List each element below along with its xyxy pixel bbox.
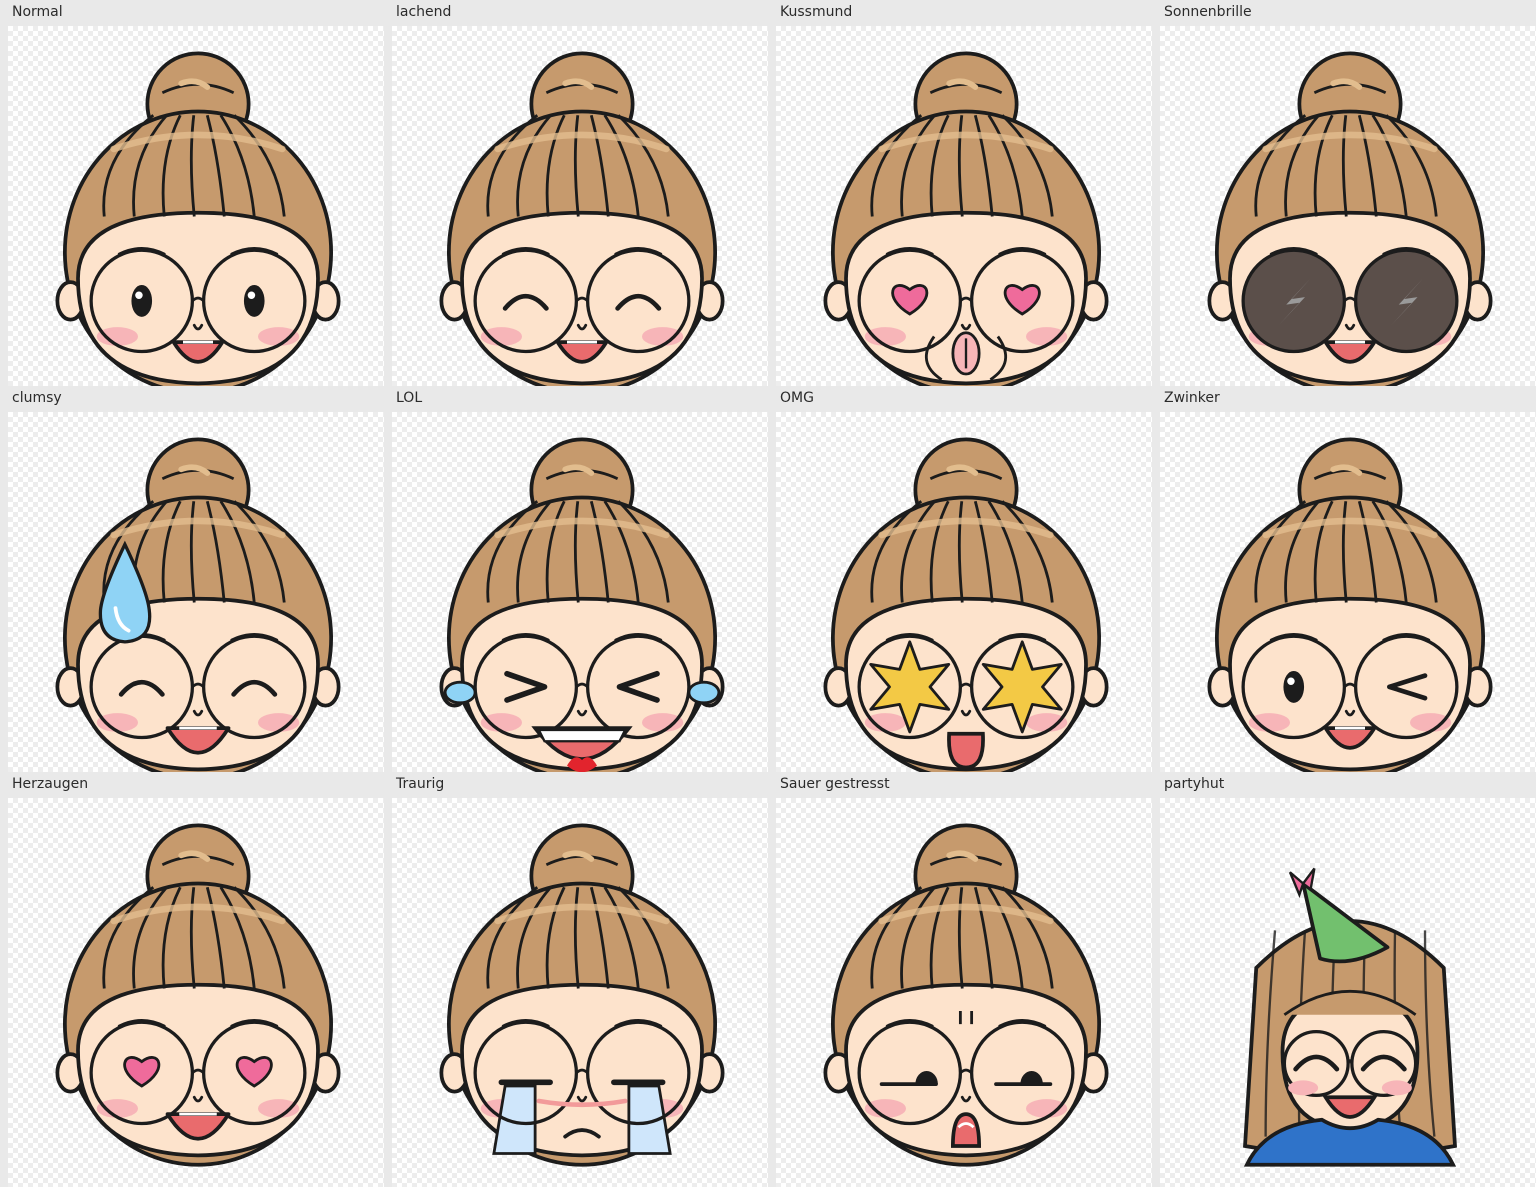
face-lol-icon xyxy=(439,437,725,772)
sticker-label: OMG xyxy=(780,390,814,406)
sticker-label: Traurig xyxy=(396,776,445,792)
sticker-tile-laughing[interactable]: lachend xyxy=(384,0,768,386)
face-crying-icon xyxy=(439,823,725,1167)
sticker-label: lachend xyxy=(396,4,452,20)
face-angry-icon xyxy=(823,823,1109,1167)
face-sweat-icon xyxy=(55,437,341,772)
transparent-canvas xyxy=(8,412,384,772)
transparent-canvas xyxy=(8,798,384,1187)
sticker-label: Kussmund xyxy=(780,4,853,20)
face-party-hat-icon xyxy=(1243,867,1457,1167)
transparent-canvas xyxy=(776,412,1152,772)
transparent-canvas xyxy=(1160,26,1536,386)
face-heart-eyes-icon xyxy=(55,823,341,1167)
transparent-canvas xyxy=(8,26,384,386)
sticker-tile-normal[interactable]: Normal xyxy=(0,0,384,386)
sticker-label: Zwinker xyxy=(1164,390,1220,406)
transparent-canvas xyxy=(392,26,768,386)
sticker-grid: Normal lachend Kussmund Sonnenbrille clumsy L… xyxy=(0,0,1536,1187)
face-wink-icon xyxy=(1207,437,1493,772)
sticker-label: partyhut xyxy=(1164,776,1225,792)
sticker-tile-sweat[interactable]: clumsy xyxy=(0,386,384,772)
sticker-tile-angry[interactable]: Sauer gestresst xyxy=(768,772,1152,1187)
sticker-tile-crying[interactable]: Traurig xyxy=(384,772,768,1187)
sticker-tile-lol[interactable]: LOL xyxy=(384,386,768,772)
sticker-label: Sonnenbrille xyxy=(1164,4,1252,20)
sticker-tile-party-hat[interactable]: partyhut xyxy=(1152,772,1536,1187)
transparent-canvas xyxy=(776,798,1152,1187)
face-sunglasses-icon xyxy=(1207,51,1493,386)
sticker-label: LOL xyxy=(396,390,423,406)
sticker-label: clumsy xyxy=(12,390,62,406)
face-kiss-icon xyxy=(823,51,1109,386)
transparent-canvas xyxy=(776,26,1152,386)
sticker-tile-star-eyes[interactable]: OMG xyxy=(768,386,1152,772)
sticker-tile-kiss[interactable]: Kussmund xyxy=(768,0,1152,386)
sticker-label: Herzaugen xyxy=(12,776,89,792)
sticker-tile-wink[interactable]: Zwinker xyxy=(1152,386,1536,772)
transparent-canvas xyxy=(392,798,768,1187)
transparent-canvas xyxy=(1160,412,1536,772)
face-laughing-icon xyxy=(439,51,725,386)
sticker-label: Sauer gestresst xyxy=(780,776,890,792)
face-normal-icon xyxy=(55,51,341,386)
transparent-canvas xyxy=(1160,798,1536,1187)
sticker-label: Normal xyxy=(12,4,63,20)
sticker-tile-heart-eyes[interactable]: Herzaugen xyxy=(0,772,384,1187)
transparent-canvas xyxy=(392,412,768,772)
sticker-tile-sunglasses[interactable]: Sonnenbrille xyxy=(1152,0,1536,386)
face-star-eyes-icon xyxy=(823,437,1109,772)
